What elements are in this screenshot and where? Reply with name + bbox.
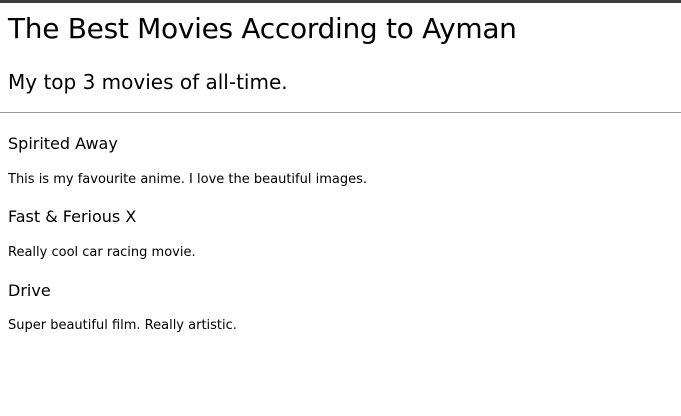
page-subtitle: My top 3 movies of all-time.: [8, 70, 288, 94]
movie-title: Fast & Ferious X: [8, 207, 137, 226]
movie-title: Spirited Away: [8, 134, 118, 153]
page-title: The Best Movies According to Ayman: [8, 12, 517, 45]
movie-description: This is my favourite anime. I love the b…: [8, 172, 368, 187]
browser-top-border: [0, 0, 681, 3]
movie-description: Really cool car racing movie.: [8, 245, 196, 260]
horizontal-divider: [0, 112, 681, 113]
movie-title: Drive: [8, 281, 51, 300]
movie-description: Super beautiful film. Really artistic.: [8, 318, 237, 333]
